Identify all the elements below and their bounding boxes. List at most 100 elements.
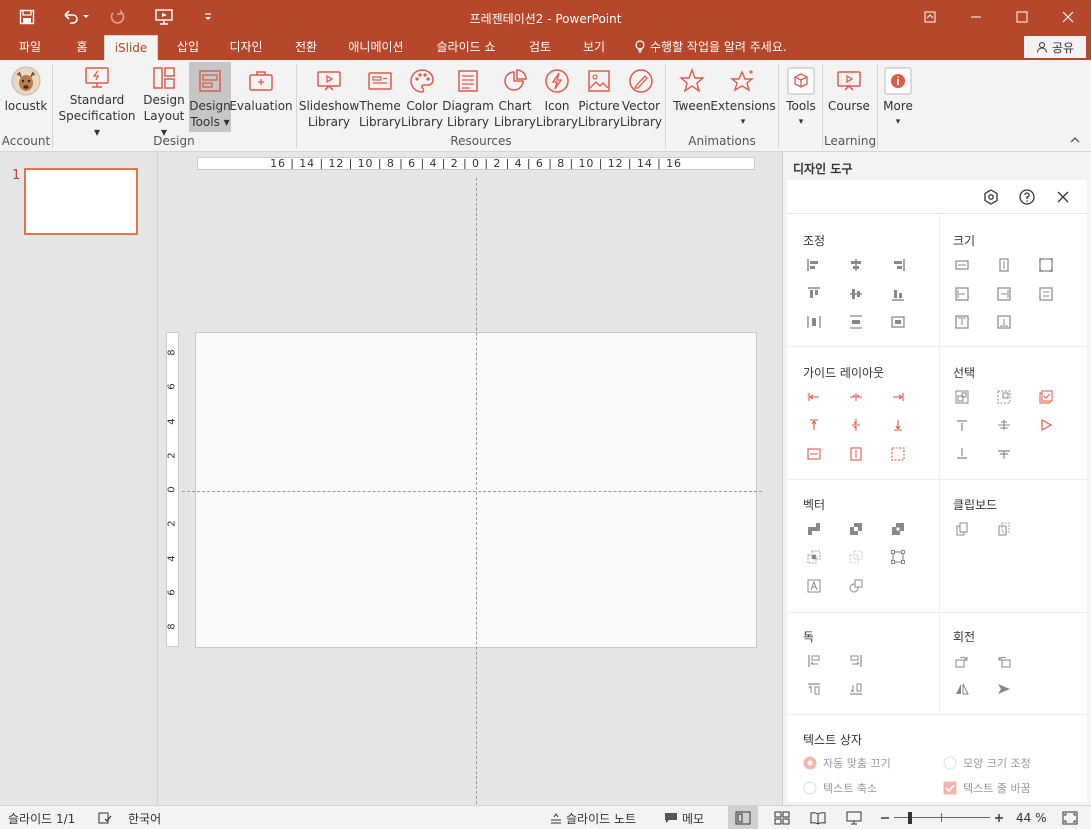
design-layout-button[interactable]: Design Layout ▾	[142, 62, 186, 139]
shrink-text-option[interactable]: 텍스트 축소	[803, 780, 877, 796]
copy-icon[interactable]	[953, 520, 971, 538]
vector-text-to-shape-icon[interactable]	[805, 577, 823, 595]
chart-library-button[interactable]: Chart Library	[494, 62, 536, 132]
tab-insert[interactable]: 삽입	[168, 34, 208, 60]
icon-library-button[interactable]: Icon Library	[536, 62, 578, 132]
picture-library-button[interactable]: Picture Library	[578, 62, 620, 132]
same-height-icon[interactable]	[995, 256, 1013, 274]
rotate-left-icon[interactable]	[995, 652, 1013, 670]
slide-sorter-icon[interactable]	[774, 806, 790, 829]
vector-shape-duplicate-icon[interactable]	[847, 577, 865, 595]
vector-library-button[interactable]: Vector Library	[620, 62, 662, 132]
tween-button[interactable]: Tween	[670, 62, 714, 132]
evaluation-button[interactable]: Evaluation	[229, 62, 293, 132]
dock-bottom-icon[interactable]	[847, 680, 865, 698]
slideshow-view-icon[interactable]	[846, 806, 862, 829]
slideshow-library-button[interactable]: Slideshow Library	[299, 62, 359, 132]
minimize-icon[interactable]	[958, 6, 994, 28]
select-middle-icon[interactable]	[995, 416, 1013, 434]
zoom-in-button[interactable]	[994, 806, 1004, 829]
select-below-icon[interactable]	[953, 445, 971, 463]
vector-intersect-icon[interactable]	[805, 548, 823, 566]
account-button[interactable]: locustk	[2, 62, 50, 132]
zoom-slider[interactable]	[894, 806, 990, 829]
diagram-library-button[interactable]: Diagram Library	[442, 62, 494, 132]
save-icon[interactable]	[16, 7, 38, 27]
guide-top-icon[interactable]	[805, 416, 823, 434]
slideshow-from-start-icon[interactable]	[152, 7, 176, 27]
vector-edit-points-icon[interactable]	[889, 548, 907, 566]
flip-horizontal-icon[interactable]	[953, 680, 971, 698]
dock-right-icon[interactable]	[847, 652, 865, 670]
select-same-type-icon[interactable]	[953, 388, 971, 406]
autofit-off-option[interactable]: 자동 맞춤 끄기	[803, 755, 891, 771]
flip-vertical-icon[interactable]	[995, 680, 1013, 698]
help-icon[interactable]	[1016, 186, 1038, 208]
notes-button[interactable]: 슬라이드 노트	[550, 806, 636, 829]
select-cursor-icon[interactable]	[1037, 416, 1055, 434]
extensions-button[interactable]: Extensions ▾	[710, 62, 776, 132]
ribbon-display-options-icon[interactable]	[912, 6, 948, 28]
zoom-level[interactable]: 44 %	[1016, 806, 1047, 829]
vector-subtract-icon[interactable]	[847, 548, 865, 566]
tab-animations[interactable]: 애니메이션	[340, 34, 412, 60]
guide-fit-page-icon[interactable]	[889, 445, 907, 463]
resize-shape-option[interactable]: 모양 크기 조정	[943, 755, 1031, 771]
undo-icon[interactable]	[58, 7, 92, 27]
tell-me-box[interactable]: 수행할 작업을 알려 주세요.	[634, 34, 787, 60]
select-above-icon[interactable]	[953, 416, 971, 434]
extend-right-icon[interactable]	[995, 285, 1013, 303]
close-icon[interactable]	[1050, 6, 1086, 28]
share-button[interactable]: 공유	[1024, 36, 1086, 58]
design-tools-button[interactable]: Design Tools ▾	[189, 62, 231, 132]
collapse-ribbon-icon[interactable]	[1070, 136, 1080, 144]
tab-transitions[interactable]: 전환	[286, 34, 326, 60]
select-same-color-icon[interactable]	[1037, 388, 1055, 406]
theme-library-button[interactable]: Theme Library	[359, 62, 401, 132]
wrap-text-option[interactable]: 텍스트 줄 바꿈	[943, 780, 1031, 796]
maximize-icon[interactable]	[1004, 6, 1040, 28]
course-button[interactable]: Course	[826, 62, 872, 132]
tab-review[interactable]: 검토	[520, 34, 560, 60]
guide-center-h-icon[interactable]	[847, 388, 865, 406]
redo-icon[interactable]	[106, 7, 128, 27]
zoom-slider-thumb[interactable]	[908, 812, 912, 824]
align-bottom-icon[interactable]	[889, 285, 907, 303]
fit-to-window-icon[interactable]	[1062, 806, 1078, 829]
settings-hexagon-icon[interactable]	[980, 186, 1002, 208]
standard-specification-button[interactable]: Standard Specification ▾	[56, 62, 138, 139]
more-button[interactable]: More ▾	[880, 62, 916, 132]
distribute-vertical-icon[interactable]	[847, 313, 865, 331]
dock-left-icon[interactable]	[805, 652, 823, 670]
guide-fit-height-icon[interactable]	[847, 445, 865, 463]
comments-button[interactable]: 메모	[664, 806, 704, 829]
guide-center-v-icon[interactable]	[847, 416, 865, 434]
dock-top-icon[interactable]	[805, 680, 823, 698]
spell-check-icon[interactable]	[98, 806, 112, 829]
zoom-out-button[interactable]	[880, 806, 890, 829]
select-bottom-group-icon[interactable]	[995, 445, 1013, 463]
slide-thumbnail[interactable]	[24, 168, 138, 235]
tab-slideshow[interactable]: 슬라이드 쇼	[428, 34, 504, 60]
same-size-icon[interactable]	[1037, 256, 1055, 274]
extend-top-icon[interactable]	[953, 313, 971, 331]
align-top-icon[interactable]	[805, 285, 823, 303]
vector-combine-icon[interactable]	[847, 520, 865, 538]
tab-islide[interactable]: iSlide	[104, 35, 158, 61]
select-same-size-icon[interactable]	[995, 388, 1013, 406]
vector-fragment-icon[interactable]	[889, 520, 907, 538]
language-indicator[interactable]: 한국어	[128, 806, 161, 829]
vector-union-icon[interactable]	[805, 520, 823, 538]
align-to-slide-icon[interactable]	[889, 313, 907, 331]
distribute-horizontal-icon[interactable]	[805, 313, 823, 331]
tools-button[interactable]: Tools ▾	[782, 62, 820, 132]
guide-bottom-icon[interactable]	[889, 416, 907, 434]
color-library-button[interactable]: Color Library	[401, 62, 443, 132]
panel-close-icon[interactable]	[1052, 186, 1074, 208]
reading-view-icon[interactable]	[810, 806, 826, 829]
extend-left-icon[interactable]	[953, 285, 971, 303]
tab-view[interactable]: 보기	[574, 34, 614, 60]
same-width-icon[interactable]	[953, 256, 971, 274]
align-center-icon[interactable]	[847, 256, 865, 274]
customize-quick-access-icon[interactable]	[200, 7, 216, 27]
